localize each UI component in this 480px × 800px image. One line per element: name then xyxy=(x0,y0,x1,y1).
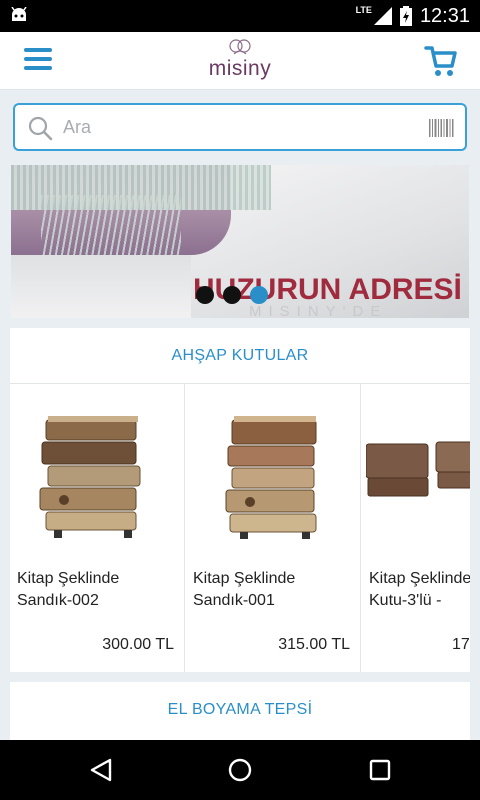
clock: 12:31 xyxy=(419,4,470,27)
banner-image-fringe xyxy=(41,195,181,255)
logo-text: misiny xyxy=(208,57,272,80)
product-image xyxy=(366,441,470,497)
carousel-indicator xyxy=(196,286,268,304)
search-input[interactable] xyxy=(63,113,423,141)
carousel-dot[interactable] xyxy=(223,286,241,304)
status-bar: LTE 12:31 xyxy=(0,0,480,32)
brand-logo[interactable]: misiny xyxy=(200,38,280,86)
product-card[interactable]: Kitap Şeklinde Sandık-001 315.00 TL xyxy=(186,384,361,672)
product-image xyxy=(225,416,317,539)
logo-mark-icon xyxy=(229,39,251,55)
menu-icon[interactable] xyxy=(24,48,52,74)
banner-subline: MISINY'DE xyxy=(249,303,388,318)
cart-icon[interactable] xyxy=(424,44,458,78)
product-card[interactable]: Kitap Şeklinde Sandık-002 300.00 TL xyxy=(10,384,185,672)
search-icon xyxy=(28,116,53,141)
home-icon[interactable] xyxy=(227,757,253,783)
category-section: EL BOYAMA TEPSİ xyxy=(10,682,470,740)
search-bar[interactable] xyxy=(13,103,467,151)
barcode-icon[interactable] xyxy=(429,119,455,137)
battery-icon xyxy=(399,6,412,26)
product-image xyxy=(39,416,141,538)
section-title[interactable]: EL BOYAMA TEPSİ xyxy=(10,682,470,738)
product-carousel[interactable]: Kitap Şeklinde Sandık-002 300.00 TL Kita… xyxy=(10,384,470,672)
product-price: 300.00 TL xyxy=(102,636,174,653)
app-bar: misiny xyxy=(0,32,480,90)
network-label: LTE xyxy=(355,5,372,15)
product-name: Kitap Şeklinde Sandık-001 xyxy=(193,570,296,609)
system-nav-bar xyxy=(0,740,480,800)
product-card[interactable]: Kitap Şeklinde Kutu-3'lü - 17 xyxy=(362,384,470,672)
back-icon[interactable] xyxy=(88,757,114,783)
product-name: Kitap Şeklinde Sandık-002 xyxy=(17,570,120,609)
product-price: 315.00 TL xyxy=(278,636,350,653)
product-name: Kitap Şeklinde Kutu-3'lü - xyxy=(369,570,470,609)
carousel-dot[interactable] xyxy=(196,286,214,304)
category-section: AHŞAP KUTULAR Kitap Şeklinde Sandık-002 … xyxy=(10,328,470,672)
recents-icon[interactable] xyxy=(367,757,393,783)
android-icon xyxy=(11,7,27,21)
carousel-dot[interactable] xyxy=(250,286,268,304)
product-price: 17 xyxy=(452,636,470,653)
signal-icon xyxy=(373,7,392,25)
section-title[interactable]: AHŞAP KUTULAR xyxy=(10,328,470,384)
